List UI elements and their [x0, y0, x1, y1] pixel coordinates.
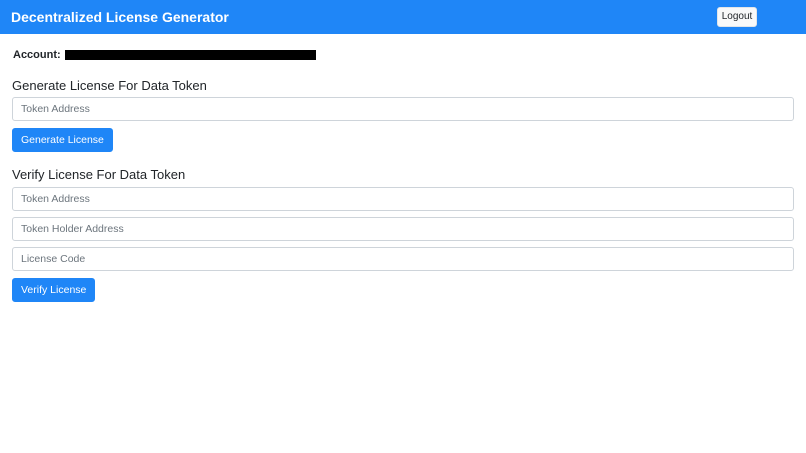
verify-section-title: Verify License For Data Token — [12, 167, 186, 182]
license-code-input[interactable] — [12, 247, 794, 271]
verify-token-address-input[interactable] — [12, 187, 794, 211]
account-row: Account: — [13, 49, 316, 61]
token-holder-address-input[interactable] — [12, 217, 794, 241]
account-address-redacted — [64, 50, 316, 60]
generate-license-button[interactable]: Generate License — [12, 128, 113, 152]
generate-section-title: Generate License For Data Token — [12, 78, 207, 93]
account-label: Account: — [13, 49, 61, 61]
app-title: Decentralized License Generator — [11, 9, 229, 25]
logout-button[interactable]: Logout — [717, 7, 757, 27]
generate-token-address-input[interactable] — [12, 97, 794, 121]
top-navbar: Decentralized License Generator Logout — [0, 0, 806, 34]
verify-license-button[interactable]: Verify License — [12, 278, 96, 302]
